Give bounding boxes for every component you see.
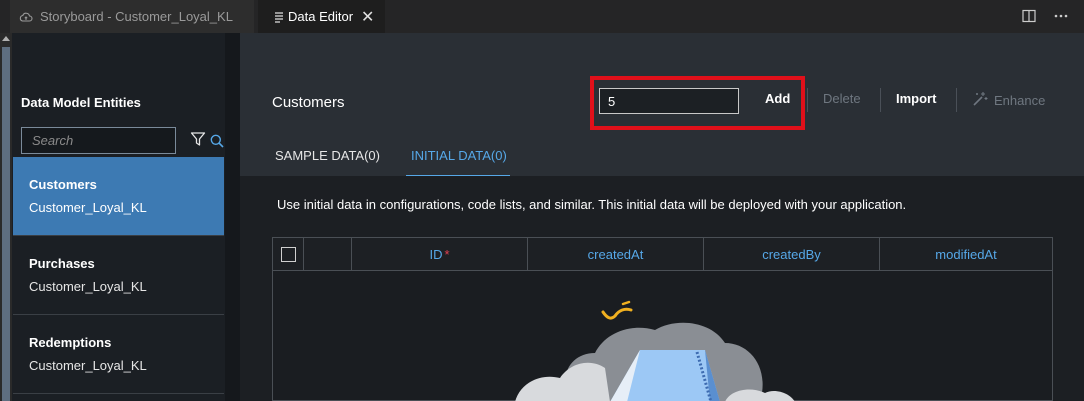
column-label: createdAt bbox=[587, 247, 644, 262]
more-actions-icon[interactable] bbox=[1052, 7, 1070, 25]
magic-wand-icon bbox=[972, 91, 988, 110]
tab-initial-data[interactable]: INITIAL DATA(0) bbox=[411, 148, 507, 163]
filter-icon[interactable] bbox=[190, 131, 208, 149]
data-editor-panel: Customers Add Delete Import Enhance SAMP… bbox=[240, 33, 1084, 401]
tab-data-editor-label: Data Editor bbox=[288, 9, 354, 24]
tab-storyboard[interactable]: Storyboard - Customer_Loyal_KL bbox=[10, 0, 254, 33]
info-text: Use initial data in configurations, code… bbox=[277, 197, 907, 212]
enhance-label: Enhance bbox=[994, 93, 1046, 108]
data-table: ID * createdAt createdBy modifiedAt bbox=[272, 237, 1053, 401]
add-button[interactable]: Add bbox=[765, 91, 790, 106]
row-actions-column bbox=[304, 238, 352, 271]
initial-data-content: Use initial data in configurations, code… bbox=[240, 176, 1084, 401]
entity-item-customers[interactable]: Customers Customer_Loyal_KL bbox=[13, 157, 224, 236]
toolbar-separator bbox=[807, 88, 808, 112]
tab-storyboard-label: Storyboard - Customer_Loyal_KL bbox=[40, 9, 233, 24]
table-header: ID * createdAt createdBy modifiedAt bbox=[273, 238, 1052, 271]
data-tabs: SAMPLE DATA(0) INITIAL DATA(0) bbox=[240, 138, 1084, 178]
entity-item-purchases[interactable]: Purchases Customer_Loyal_KL bbox=[13, 236, 224, 315]
editor-tab-bar: Storyboard - Customer_Loyal_KL Data Edit… bbox=[0, 0, 1084, 33]
search-box[interactable] bbox=[21, 127, 224, 154]
close-icon[interactable]: ✕ bbox=[361, 7, 374, 27]
entity-name: Redemptions bbox=[29, 335, 112, 350]
entity-subtitle: Customer_Loyal_KL bbox=[29, 279, 147, 294]
search-input[interactable] bbox=[22, 128, 210, 153]
toolbar-separator bbox=[956, 88, 957, 112]
tab-sample-data[interactable]: SAMPLE DATA(0) bbox=[275, 148, 380, 163]
scrollbar-thumb[interactable] bbox=[2, 47, 10, 401]
document-icon bbox=[274, 9, 284, 25]
entities-sidebar: Data Model Entities Customers Customer_L… bbox=[12, 33, 225, 401]
required-marker: * bbox=[444, 247, 450, 262]
entity-item-redemptions[interactable]: Redemptions Customer_Loyal_KL bbox=[13, 315, 224, 394]
empty-state-illustration bbox=[515, 300, 795, 401]
select-all-checkbox[interactable] bbox=[280, 247, 296, 262]
page-title: Customers bbox=[272, 94, 345, 111]
column-header-createdby[interactable]: createdBy bbox=[704, 238, 880, 271]
sidebar-title: Data Model Entities bbox=[21, 95, 141, 110]
scroll-up-arrow-icon[interactable] bbox=[2, 36, 10, 41]
import-button[interactable]: Import bbox=[896, 91, 936, 106]
panel-divider[interactable] bbox=[225, 33, 240, 401]
entity-subtitle: Customer_Loyal_KL bbox=[29, 358, 147, 373]
tab-data-editor[interactable]: Data Editor ✕ bbox=[258, 0, 385, 33]
column-label: modifiedAt bbox=[935, 247, 997, 262]
entity-name: Purchases bbox=[29, 256, 95, 271]
column-header-modifiedat[interactable]: modifiedAt bbox=[880, 238, 1052, 271]
column-label: createdBy bbox=[762, 247, 821, 262]
split-editor-icon[interactable] bbox=[1020, 7, 1038, 25]
cloud-icon bbox=[18, 9, 34, 25]
column-label: ID bbox=[429, 247, 443, 262]
entity-subtitle: Customer_Loyal_KL bbox=[29, 200, 147, 215]
enhance-button[interactable]: Enhance bbox=[972, 91, 1045, 110]
row-count-input[interactable] bbox=[599, 88, 739, 114]
sidebar-scrollbar[interactable] bbox=[0, 33, 12, 401]
toolbar-separator bbox=[880, 88, 881, 112]
search-icon[interactable] bbox=[210, 134, 224, 148]
column-header-id[interactable]: ID * bbox=[352, 238, 528, 271]
delete-button[interactable]: Delete bbox=[823, 91, 861, 106]
column-header-createdat[interactable]: createdAt bbox=[528, 238, 704, 271]
select-all-cell bbox=[273, 238, 304, 271]
entity-name: Customers bbox=[29, 177, 97, 192]
